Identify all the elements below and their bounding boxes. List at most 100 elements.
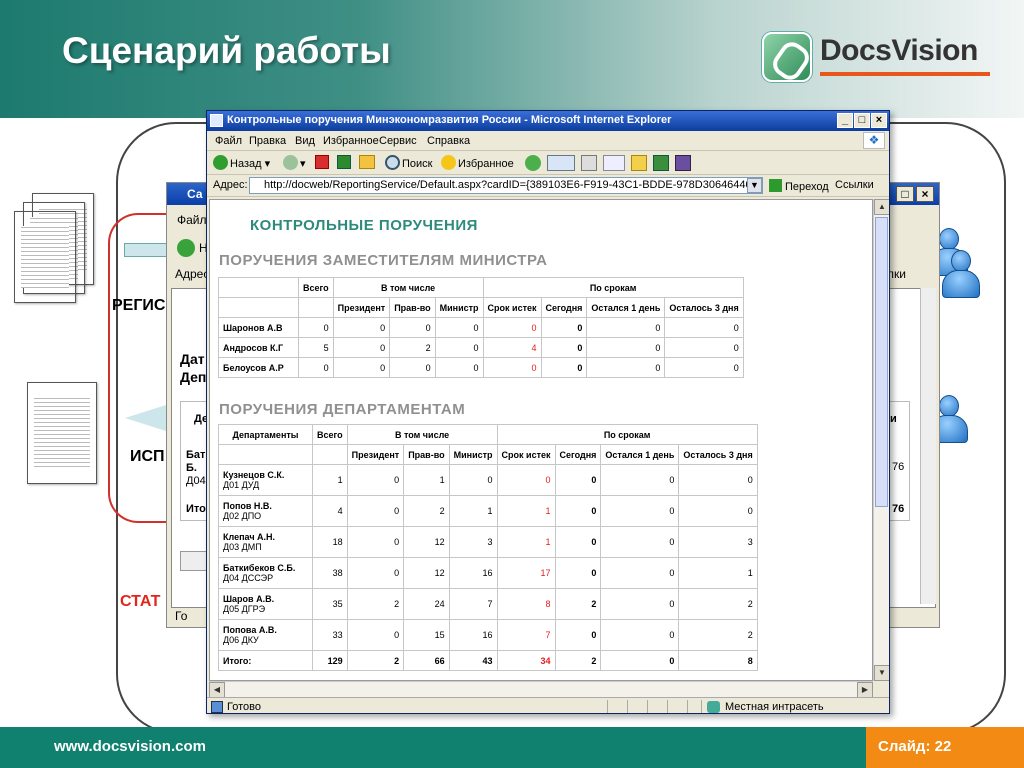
menu-help[interactable]: Справка [427,135,470,147]
department-cell: Клепач А.Н. Д03 ДМП [218,526,313,558]
favorites-button[interactable]: Избранное [441,155,514,170]
back-address-label: Адрес [175,267,210,281]
cell: 2 [403,495,450,527]
scroll-down-button[interactable]: ▼ [874,665,889,681]
vertical-scrollbar[interactable]: ▲ ▼ [873,199,889,681]
research-icon[interactable] [675,155,691,171]
toolbar: Назад ▾ ▾ Поиск Избранное [207,151,889,175]
back-menu-file[interactable]: Файл [177,213,207,227]
links-button[interactable]: Ссылки [835,179,874,191]
col-empty [218,444,313,465]
table-row[interactable]: Баткибеков С.Б. Д04 ДССЭР 38 0 12 16 17 0… [218,557,758,589]
col-today: Сегодня [554,444,602,465]
messenger-icon[interactable] [653,155,669,171]
menu-view[interactable]: Вид [295,135,315,147]
cell: 5 [298,337,334,358]
refresh-icon[interactable] [337,155,351,169]
intranet-zone-icon [707,701,720,713]
back-vertical-scrollbar[interactable] [920,288,936,604]
back-button[interactable]: Назад ▾ [213,155,270,170]
department-head: Попов Н.В. [223,501,272,511]
section-departments-title: ПОРУЧЕНИЯ ДЕПАРТАМЕНТАМ [219,401,466,418]
media-icon[interactable] [525,155,541,171]
footer-url[interactable]: www.docsvision.com [54,738,206,755]
table-row[interactable]: Шаров А.В. Д05 ДГРЭ 35 2 24 7 8 2 0 2 [218,588,758,620]
cell: 0 [332,317,391,338]
cell-overdue: 0 [482,317,542,338]
back-total-value: 76 [892,503,905,515]
department-cell: Кузнецов С.К. Д01 ДУД [218,464,313,496]
scroll-thumb[interactable] [875,217,888,507]
table-row[interactable]: Белоусов А.Р 0 0 0 0 0 0 0 0 [218,357,744,378]
address-input[interactable]: http://docweb/ReportingService/Default.a… [249,177,763,194]
table-row[interactable]: Кузнецов С.К. Д01 ДУД 1 0 1 0 0 0 0 0 [218,464,758,496]
cell-today: 0 [554,526,602,558]
cell: 0 [448,464,498,496]
status-divider [627,700,628,713]
document-icon [27,382,97,484]
back-heading-2: Деп [180,369,207,385]
cell: 2 [346,588,405,620]
col-three-days: Осталось 3 дня [678,444,758,465]
table-row[interactable]: Шаронов А.В 0 0 0 0 0 0 0 0 [218,317,744,338]
cell: 16 [448,619,498,651]
deputy-name: Белоусов А.Р [218,357,299,378]
minimize-button[interactable]: _ [837,113,853,128]
cell-overdue: 34 [496,650,556,671]
cell: 0 [600,557,680,589]
menu-edit[interactable]: Правка [249,135,286,147]
menu-file[interactable]: Файл [215,135,242,147]
search-button[interactable]: Поиск [385,155,432,170]
table-row[interactable]: Попова А.В. Д06 ДКУ 33 0 15 16 7 0 0 2 [218,619,758,651]
scroll-up-button[interactable]: ▲ [874,199,889,215]
col-president: Президент [346,444,405,465]
cell: 0 [664,317,744,338]
print-icon[interactable] [581,155,597,171]
back-total-label: Ито [186,503,206,515]
folder-icon[interactable] [631,155,647,171]
department-head: Клепач А.Н. [223,532,276,542]
col-one-day: Остался 1 день [586,297,666,318]
col-departments: Департаменты [218,424,313,445]
table-row[interactable]: Попов Н.В. Д02 ДПО 4 0 2 1 1 0 0 0 [218,495,758,527]
back-arrow-icon [213,155,228,170]
go-button[interactable]: Переход [769,179,829,193]
search-icon [385,155,400,170]
close-button[interactable]: × [871,113,887,128]
scroll-left-button[interactable]: ◀ [209,682,225,698]
cell: 0 [332,357,391,378]
mail-icon[interactable] [547,155,575,171]
department-head: Шаров А.В. [223,594,275,604]
maximize-button[interactable]: □ [854,113,870,128]
total-label: Итого: [218,650,313,671]
col-three-days: Осталось 3 дня [664,297,744,318]
menu-favorites[interactable]: Избранное [323,135,379,147]
departments-table: Департаменты Всего В том числе По срокам… [218,424,758,671]
back-button-icon[interactable] [177,239,195,257]
scroll-right-button[interactable]: ▶ [857,682,873,698]
deputy-name: Шаронов А.В [218,317,299,338]
close-button[interactable]: × [916,186,934,202]
cell: 0 [600,526,680,558]
table-row[interactable]: Клепач А.Н. Д03 ДМП 18 0 12 3 1 0 0 3 [218,526,758,558]
cell: 1 [312,464,348,496]
home-icon[interactable] [359,155,375,169]
cell-today: 2 [554,588,602,620]
address-dropdown-button[interactable]: ▼ [747,178,762,193]
cell: 1 [678,557,758,589]
edit-icon[interactable] [603,155,625,171]
col-one-day: Остался 1 день [600,444,680,465]
restore-button[interactable]: □ [896,186,914,202]
zone-text: Местная интрасеть [725,701,824,713]
section-deputies-title: ПОРУЧЕНИЯ ЗАМЕСТИТЕЛЯМ МИНИСТРА [219,252,548,269]
forward-button[interactable]: ▾ [283,155,306,170]
menu-tools[interactable]: Сервис [379,135,417,147]
col-by-term: По срокам [496,424,758,445]
table-row[interactable]: Андросов К.Г 5 0 2 0 4 0 0 0 [218,337,744,358]
footer-bar: www.docsvision.com Слайд: 22 [0,727,1024,768]
horizontal-scrollbar[interactable]: ◀ ▶ [209,681,873,698]
department-code: Д01 ДУД [223,480,260,490]
cell: 24 [403,588,450,620]
stop-icon[interactable] [315,155,329,169]
cell: 2 [389,337,436,358]
